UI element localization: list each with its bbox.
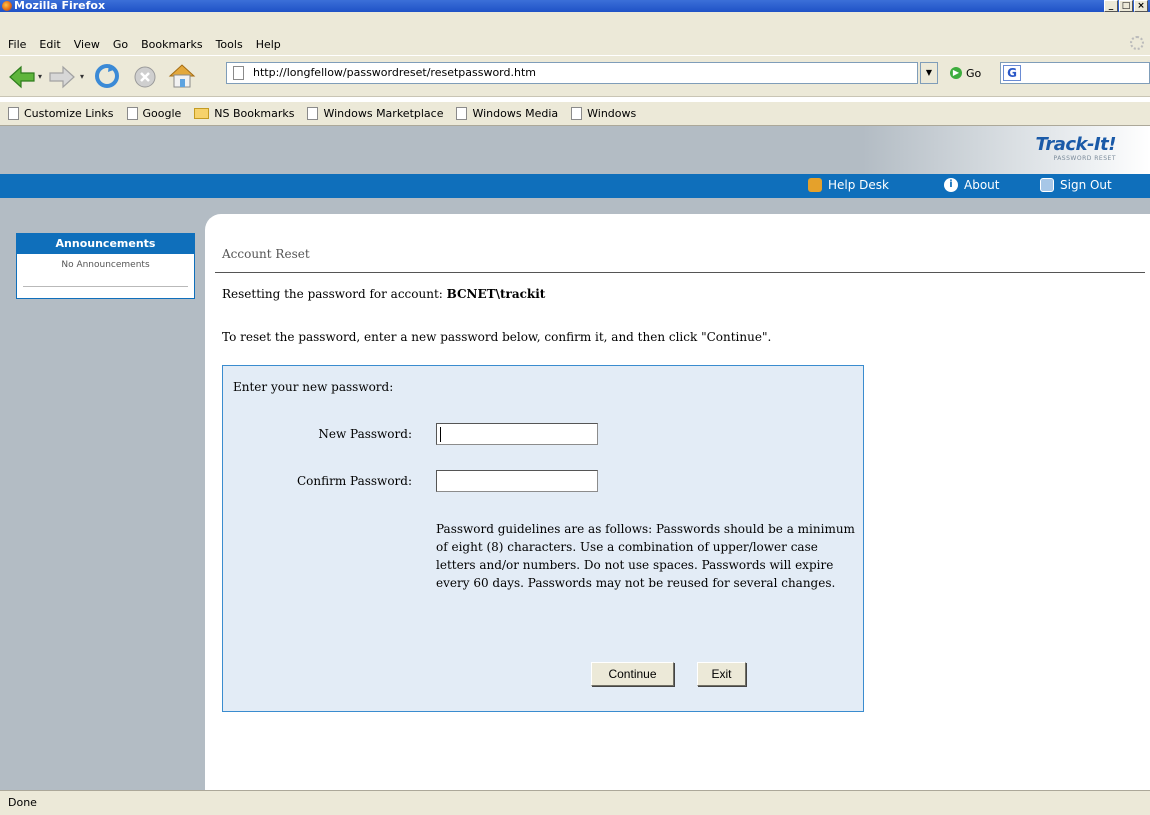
exit-button[interactable]: Exit xyxy=(697,662,746,686)
help-desk-link[interactable]: Help Desk xyxy=(808,178,889,192)
go-icon: ▶ xyxy=(950,67,962,79)
bookmark-windows-media[interactable]: Windows Media xyxy=(456,107,558,120)
password-prompt: Enter your new password: xyxy=(233,380,394,394)
bookmark-customize-links[interactable]: Customize Links xyxy=(8,107,114,120)
track-it-logo: Track-It! PASSWORD RESET xyxy=(1035,134,1117,162)
new-password-label: New Password: xyxy=(318,427,412,441)
reset-account-line: Resetting the password for account: BCNE… xyxy=(222,287,545,301)
stop-icon[interactable] xyxy=(134,66,156,88)
continue-button[interactable]: Continue xyxy=(591,662,674,686)
logo-mark: Track-It! xyxy=(1035,134,1117,155)
menu-band xyxy=(0,12,1150,33)
page-icon xyxy=(307,107,319,120)
sign-out-icon xyxy=(1040,178,1054,192)
bookmark-ns-bookmarks[interactable]: NS Bookmarks xyxy=(194,107,294,120)
url-bar[interactable]: http://longfellow/passwordreset/resetpas… xyxy=(226,62,918,84)
sign-out-link[interactable]: Sign Out xyxy=(1040,178,1112,192)
confirm-password-label: Confirm Password: xyxy=(296,474,412,488)
bookmark-windows-marketplace[interactable]: Windows Marketplace xyxy=(307,107,443,120)
menu-file[interactable]: File xyxy=(8,38,26,51)
throbber-icon xyxy=(1130,36,1144,50)
bookmark-label: Google xyxy=(142,107,182,120)
menu-go[interactable]: Go xyxy=(113,38,128,51)
menu-edit[interactable]: Edit xyxy=(39,38,60,51)
bookmarks-toolbar: Customize Links Google NS Bookmarks Wind… xyxy=(0,101,1150,126)
url-history-dropdown[interactable]: ▼ xyxy=(920,62,938,84)
about-label: About xyxy=(964,178,1000,192)
announcements-body: No Announcements xyxy=(61,260,150,270)
page-icon xyxy=(456,107,468,120)
back-dropdown-icon[interactable]: ▾ xyxy=(38,73,44,81)
announcements-panel: Announcements No Announcements xyxy=(16,233,195,299)
bookmark-label: Windows Marketplace xyxy=(323,107,444,120)
instructions: To reset the password, enter a new passw… xyxy=(222,330,772,344)
top-nav-band: Help Desk i About Sign Out xyxy=(0,174,1150,198)
forward-arrow-icon[interactable] xyxy=(48,65,76,89)
status-bar: Done xyxy=(0,790,1150,815)
new-password-input[interactable] xyxy=(436,423,598,445)
account-name: BCNET\trackit xyxy=(446,287,546,301)
section-title: Account Reset xyxy=(222,247,310,261)
close-button[interactable]: × xyxy=(1134,0,1148,12)
url-text: http://longfellow/passwordreset/resetpas… xyxy=(253,66,536,79)
announcements-title: Announcements xyxy=(17,234,194,254)
window-title: Mozilla Firefox xyxy=(14,0,106,12)
page-icon xyxy=(571,107,583,120)
menu-bar: File Edit View Go Bookmarks Tools Help xyxy=(0,33,1150,55)
bookmark-label: Windows Media xyxy=(472,107,559,120)
reload-icon[interactable] xyxy=(94,63,120,89)
search-box[interactable]: G xyxy=(1000,62,1150,84)
minimize-button[interactable]: _ xyxy=(1104,0,1118,12)
page-banner xyxy=(0,126,1150,174)
text-caret xyxy=(440,427,441,442)
announcements-divider xyxy=(23,286,188,287)
window-titlebar: Mozilla Firefox _ □ × xyxy=(0,0,1150,12)
bookmark-google[interactable]: Google xyxy=(126,107,182,120)
window-controls: _ □ × xyxy=(1104,0,1148,12)
menu-bookmarks[interactable]: Bookmarks xyxy=(141,38,202,51)
info-icon: i xyxy=(944,178,958,192)
back-arrow-icon[interactable] xyxy=(8,65,36,89)
go-button[interactable]: ▶ Go xyxy=(950,64,981,82)
reset-prefix: Resetting the password for account: xyxy=(222,287,447,301)
about-link[interactable]: i About xyxy=(944,178,999,192)
page-icon xyxy=(233,66,244,80)
home-icon[interactable] xyxy=(168,63,196,89)
password-guidelines: Password guidelines are as follows: Pass… xyxy=(436,522,855,590)
firefox-icon xyxy=(2,1,12,11)
menu-tools[interactable]: Tools xyxy=(216,38,243,51)
go-label: Go xyxy=(966,66,982,80)
status-text: Done xyxy=(8,796,37,809)
help-desk-label: Help Desk xyxy=(828,178,889,192)
bookmark-label: Customize Links xyxy=(24,107,114,120)
help-desk-icon xyxy=(808,178,822,192)
logo-tagline: PASSWORD RESET xyxy=(1053,155,1116,162)
bookmark-label: NS Bookmarks xyxy=(214,107,295,120)
confirm-password-input[interactable] xyxy=(436,470,598,492)
menu-view[interactable]: View xyxy=(74,38,100,51)
maximize-button[interactable]: □ xyxy=(1119,0,1133,12)
bookmark-label: Windows xyxy=(587,107,637,120)
sign-out-label: Sign Out xyxy=(1060,178,1112,192)
menu-help[interactable]: Help xyxy=(256,38,281,51)
section-divider xyxy=(215,272,1145,273)
google-search-icon[interactable]: G xyxy=(1003,65,1021,81)
page-icon xyxy=(126,107,138,120)
page-icon xyxy=(8,107,19,120)
folder-icon xyxy=(194,108,210,119)
bookmark-windows[interactable]: Windows xyxy=(571,107,636,120)
forward-dropdown-icon[interactable]: ▾ xyxy=(80,73,86,81)
